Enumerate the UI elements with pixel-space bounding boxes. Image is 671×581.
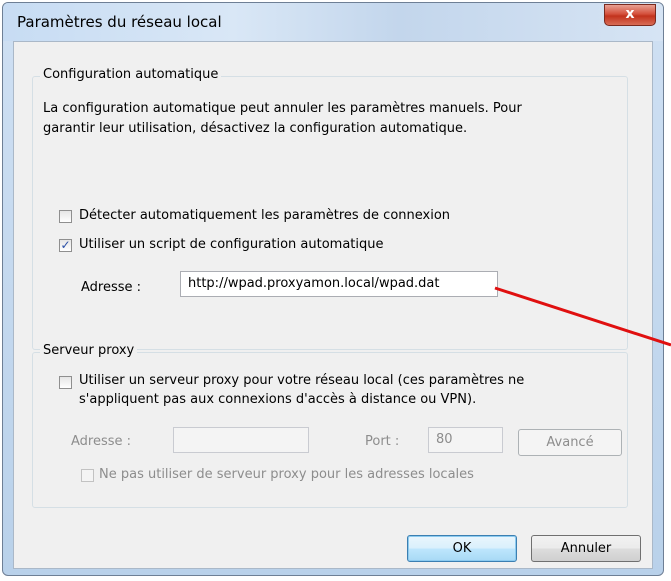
- script-address-label: Adresse :: [81, 280, 142, 295]
- title-bar[interactable]: Paramètres du réseau local x: [3, 3, 663, 41]
- close-icon: x: [625, 6, 635, 22]
- close-button[interactable]: x: [604, 4, 656, 26]
- script-address-input[interactable]: http://wpad.proxyamon.local/wpad.dat: [180, 271, 498, 297]
- bypass-local-checkbox[interactable]: [81, 469, 94, 482]
- checkmark-icon: ✓: [60, 238, 71, 252]
- use-script-label[interactable]: Utiliser un script de configuration auto…: [79, 237, 384, 252]
- auto-config-legend: Configuration automatique: [40, 67, 222, 82]
- auto-config-description-line1: La configuration automatique peut annule…: [43, 101, 522, 116]
- auto-config-group: Configuration automatique La configurati…: [32, 67, 628, 350]
- proxy-port-value: 80: [436, 432, 453, 447]
- auto-config-description-line2: garantir leur utilisation, désactivez la…: [43, 121, 468, 136]
- proxy-server-group: Serveur proxy Utiliser un serveur proxy …: [32, 343, 628, 508]
- detect-auto-checkbox[interactable]: [59, 210, 72, 223]
- dialog-window: Paramètres du réseau local x Configurati…: [2, 2, 664, 576]
- script-address-value: http://wpad.proxyamon.local/wpad.dat: [188, 276, 440, 291]
- window-title: Paramètres du réseau local: [17, 13, 222, 31]
- proxy-port-label: Port :: [365, 434, 400, 449]
- use-proxy-label-line1[interactable]: Utiliser un serveur proxy pour votre rés…: [79, 373, 524, 388]
- bypass-local-label[interactable]: Ne pas utiliser de serveur proxy pour le…: [99, 467, 474, 482]
- use-proxy-label-line2[interactable]: s'appliquent pas aux connexions d'accès …: [79, 392, 476, 407]
- use-proxy-checkbox[interactable]: [59, 376, 72, 389]
- dialog-body: Configuration automatique La configurati…: [13, 41, 653, 569]
- detect-auto-label[interactable]: Détecter automatiquement les paramètres …: [79, 208, 450, 223]
- use-script-checkbox[interactable]: ✓: [59, 239, 72, 252]
- advanced-button[interactable]: Avancé: [518, 429, 622, 456]
- proxy-address-input[interactable]: [173, 427, 309, 453]
- cancel-button[interactable]: Annuler: [531, 535, 641, 562]
- proxy-server-legend: Serveur proxy: [40, 343, 138, 358]
- proxy-port-input[interactable]: 80: [428, 427, 503, 453]
- proxy-address-label: Adresse :: [71, 434, 132, 449]
- ok-button[interactable]: OK: [407, 535, 517, 562]
